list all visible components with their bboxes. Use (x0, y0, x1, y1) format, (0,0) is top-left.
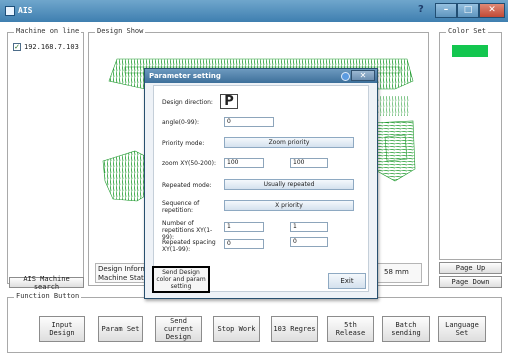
design-show-title: Design Show (95, 27, 146, 35)
machine-state-label: Machine State: (98, 274, 151, 282)
repetitions-label: Number of repetitions XY(1-99): (162, 220, 213, 241)
stop-work-button[interactable]: Stop Work (213, 316, 260, 342)
spacing-label: Repeated spacing XY(1-99): (162, 239, 216, 253)
zoom-label: zoom XY(50-200): (162, 160, 216, 167)
repetitions-y-input[interactable]: 1 (290, 222, 328, 232)
angle-input[interactable]: 0 (224, 117, 274, 127)
dialog-close-button[interactable]: ✕ (351, 70, 375, 81)
color-set-panel: Color Set (439, 27, 502, 260)
send-design-color-button[interactable]: Send Design color and param setting (152, 266, 210, 293)
spacing-y-input[interactable]: 0 (290, 237, 328, 247)
ais-machine-search-button[interactable]: AIS Machine search (9, 275, 84, 291)
machine-list-panel: Machine on line ✓ 192.168.7.103 (7, 27, 84, 284)
sequence-button[interactable]: X priority (224, 200, 354, 211)
color-set-title: Color Set (446, 27, 488, 35)
title-bar: AIS ? – □ ✕ (0, 0, 508, 22)
priority-mode-button[interactable]: Zoom priority (224, 137, 354, 148)
dialog-help-icon[interactable] (341, 72, 350, 81)
spacing-x-input[interactable]: 0 (224, 239, 264, 249)
app-icon (5, 6, 15, 16)
maximize-button[interactable]: □ (457, 3, 479, 18)
batch-sending-button[interactable]: Batch sending (382, 316, 430, 342)
function-button-panel: Function Button Input Design Param Set S… (7, 292, 502, 353)
help-icon[interactable]: ? (418, 4, 424, 15)
exit-button[interactable]: Exit (328, 273, 366, 289)
repeated-mode-button[interactable]: Usually repeated (224, 179, 354, 190)
machine-list-title: Machine on line (14, 27, 82, 35)
dialog-body: Design direction: P angle(0-99): 0 Prior… (152, 85, 369, 293)
zoom-y-input[interactable]: 100 (290, 158, 328, 168)
page-up-button[interactable]: Page Up (439, 262, 502, 274)
minimize-button[interactable]: – (435, 3, 457, 18)
zoom-x-input[interactable]: 100 (224, 158, 264, 168)
priority-mode-label: Priority mode: (162, 140, 205, 147)
param-set-button[interactable]: Param Set (98, 316, 143, 342)
sequence-label: Sequence of repetition: (162, 200, 200, 214)
send-current-design-button[interactable]: Send current Design (155, 316, 202, 342)
design-size-text: 58 mm (384, 268, 409, 276)
design-direction-box[interactable]: P (220, 94, 238, 109)
window-title: AIS (18, 6, 33, 15)
parameter-setting-dialog: Parameter setting ✕ Design direction: P … (144, 68, 378, 299)
repeated-mode-label: Repeated mode: (162, 182, 212, 189)
input-design-button[interactable]: Input Design (39, 316, 85, 342)
regres-button[interactable]: 103 Regres (271, 316, 318, 342)
close-button[interactable]: ✕ (479, 3, 505, 18)
design-direction-label: Design direction: (162, 99, 213, 106)
machine-checkbox[interactable]: ✓ (13, 43, 21, 51)
repetitions-x-input[interactable]: 1 (224, 222, 264, 232)
color-swatch[interactable] (452, 45, 488, 57)
language-set-button[interactable]: Language Set (438, 316, 486, 342)
machine-item[interactable]: ✓ 192.168.7.103 (13, 43, 79, 51)
angle-label: angle(0-99): (162, 119, 199, 126)
page-down-button[interactable]: Page Down (439, 276, 502, 288)
machine-ip: 192.168.7.103 (24, 43, 79, 51)
function-button-title: Function Button (14, 292, 82, 300)
release-button[interactable]: 5th Release (327, 316, 374, 342)
